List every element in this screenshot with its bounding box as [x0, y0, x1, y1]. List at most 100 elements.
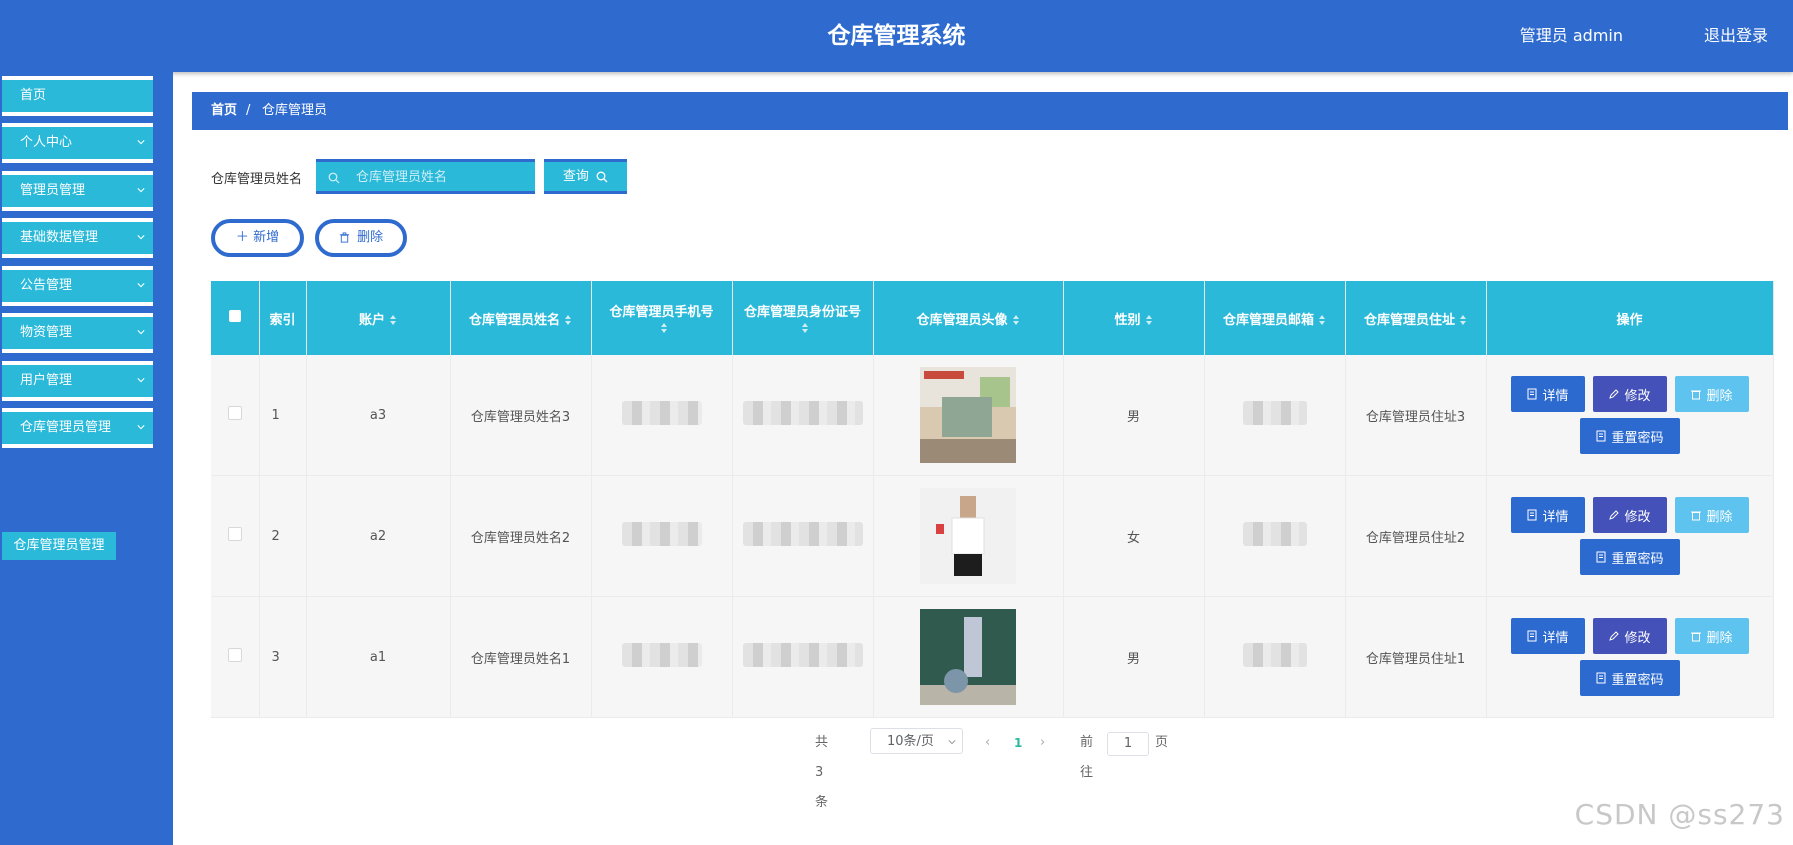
- sort-icon: [1012, 315, 1019, 325]
- logout-link[interactable]: 退出登录: [1704, 0, 1768, 72]
- cell-phone: [591, 596, 733, 718]
- row-checkbox-cell: [211, 475, 260, 597]
- column-header-id-number[interactable]: 仓库管理员身份证号: [732, 281, 874, 355]
- sort-icon: [390, 315, 396, 325]
- table-row: 2 a2 仓库管理员姓名2 女 仓库管理员住址2 详情 修改 删除 重置密码: [211, 475, 1774, 597]
- edit-button[interactable]: 修改: [1592, 618, 1667, 654]
- search-button[interactable]: 查询: [544, 159, 627, 194]
- breadcrumb: 首页 / 仓库管理员: [192, 92, 1788, 130]
- redacted-id-number: [742, 643, 863, 667]
- table-header-row: 索引 账户 仓库管理员姓名 仓库管理员手机号 仓库管理员身份证号 仓库管理员头像…: [211, 281, 1774, 355]
- column-header-gender[interactable]: 性别: [1063, 281, 1205, 355]
- detail-button-label: 详情: [1542, 509, 1569, 525]
- select-all-header: [211, 281, 260, 355]
- sort-icon: [1145, 315, 1152, 325]
- sidebar-item-basic-data[interactable]: 基础数据管理: [2, 218, 153, 258]
- edit-button[interactable]: 修改: [1592, 376, 1667, 412]
- sidebar-item-label: 仓库管理员管理: [20, 420, 112, 435]
- cell-address: 仓库管理员住址3: [1345, 355, 1487, 476]
- column-header-label: 仓库管理员住址: [1363, 312, 1455, 328]
- edit-icon: [1609, 510, 1620, 520]
- sidebar-item-warehouse-admins[interactable]: 仓库管理员管理: [2, 408, 153, 448]
- sidebar-item-label: 用户管理: [20, 373, 73, 388]
- detail-button[interactable]: 详情: [1510, 376, 1585, 412]
- cell-name: 仓库管理员姓名2: [450, 475, 592, 597]
- cell-actions: 详情 修改 删除 重置密码: [1486, 596, 1774, 718]
- row-checkbox[interactable]: [227, 527, 242, 541]
- edit-icon: [1609, 389, 1620, 399]
- cell-account: a2: [306, 475, 451, 597]
- cell-index: 3: [259, 596, 307, 718]
- sidebar-item-label: 物资管理: [20, 325, 73, 340]
- edit-button-label: 修改: [1624, 509, 1651, 525]
- reset-password-button[interactable]: 重置密码: [1579, 418, 1680, 454]
- delete-button[interactable]: 删除: [1674, 376, 1749, 412]
- sidebar-item-users[interactable]: 用户管理: [2, 361, 153, 401]
- add-button[interactable]: ＋ 新增: [211, 219, 304, 257]
- cell-id-number: [732, 475, 874, 597]
- sidebar-item-personal-center[interactable]: 个人中心: [2, 123, 153, 163]
- redacted-email: [1242, 522, 1307, 546]
- trash-icon: [339, 232, 350, 243]
- redacted-id-number: [742, 401, 863, 425]
- avatar-image: [920, 488, 1016, 584]
- chevron-down-icon: [137, 425, 145, 430]
- chevron-down-icon: [137, 378, 145, 383]
- column-header-label: 仓库管理员姓名: [468, 312, 560, 328]
- cell-actions: 详情 修改 删除 重置密码: [1486, 475, 1774, 597]
- sidebar-item-announcements[interactable]: 公告管理: [2, 266, 153, 306]
- column-header-avatar[interactable]: 仓库管理员头像: [873, 281, 1064, 355]
- detail-button[interactable]: 详情: [1510, 618, 1585, 654]
- column-header-label: 账户: [358, 312, 385, 328]
- cell-avatar: [873, 355, 1064, 476]
- sort-icon: [660, 322, 667, 333]
- row-checkbox[interactable]: [227, 406, 242, 420]
- prev-page-button[interactable]: ‹: [985, 728, 990, 758]
- reset-password-button[interactable]: 重置密码: [1579, 660, 1680, 696]
- page-size-select[interactable]: 10条/页: [870, 728, 963, 754]
- delete-button[interactable]: 删除: [1674, 618, 1749, 654]
- current-page-number[interactable]: 1: [1014, 728, 1022, 758]
- trash-icon: [1691, 390, 1702, 400]
- document-icon: [1527, 630, 1537, 642]
- bulk-delete-button[interactable]: 删除: [315, 219, 407, 257]
- top-header: 仓库管理系统 管理员 admin 退出登录: [0, 0, 1793, 72]
- column-header-name[interactable]: 仓库管理员姓名: [450, 281, 592, 355]
- add-button-label: 新增: [253, 230, 280, 245]
- sidebar-subitem-warehouse-admin-management[interactable]: 仓库管理员管理: [2, 532, 116, 560]
- edit-button-label: 修改: [1624, 388, 1651, 404]
- cell-gender: 男: [1063, 355, 1205, 476]
- cell-address: 仓库管理员住址2: [1345, 475, 1487, 597]
- detail-button[interactable]: 详情: [1510, 497, 1585, 533]
- column-header-address[interactable]: 仓库管理员住址: [1345, 281, 1487, 355]
- cell-account: a1: [306, 596, 451, 718]
- chevron-down-icon: [137, 330, 145, 335]
- trash-icon: [1691, 632, 1702, 642]
- delete-button[interactable]: 删除: [1674, 497, 1749, 533]
- document-icon: [1596, 672, 1606, 684]
- search-input[interactable]: [356, 167, 526, 187]
- select-all-checkbox[interactable]: [228, 310, 241, 322]
- search-button-label: 查询: [562, 169, 589, 184]
- sidebar-item-admin-management[interactable]: 管理员管理: [2, 171, 153, 211]
- column-header-account[interactable]: 账户: [306, 281, 451, 355]
- sidebar-item-materials[interactable]: 物资管理: [2, 313, 153, 353]
- sidebar-item-home[interactable]: 首页: [2, 76, 153, 116]
- column-header-index: 索引: [259, 281, 307, 355]
- edit-button[interactable]: 修改: [1592, 497, 1667, 533]
- search-box: [316, 159, 535, 194]
- goto-page-input[interactable]: 1: [1107, 732, 1149, 756]
- column-header-phone[interactable]: 仓库管理员手机号: [591, 281, 733, 355]
- table-row: 1 a3 仓库管理员姓名3 男 仓库管理员住址3 详情 修改 删除 重置密码: [211, 355, 1774, 476]
- reset-password-button-label: 重置密码: [1611, 430, 1664, 446]
- search-icon: [596, 171, 608, 182]
- column-header-email[interactable]: 仓库管理员邮箱: [1204, 281, 1346, 355]
- breadcrumb-home[interactable]: 首页: [211, 92, 237, 130]
- plus-icon: ＋: [235, 230, 249, 245]
- row-checkbox-cell: [211, 596, 260, 718]
- next-page-button[interactable]: ›: [1040, 728, 1045, 758]
- reset-password-button[interactable]: 重置密码: [1579, 539, 1680, 575]
- detail-button-label: 详情: [1542, 388, 1569, 404]
- row-checkbox[interactable]: [227, 648, 242, 662]
- cell-gender: 女: [1063, 475, 1205, 597]
